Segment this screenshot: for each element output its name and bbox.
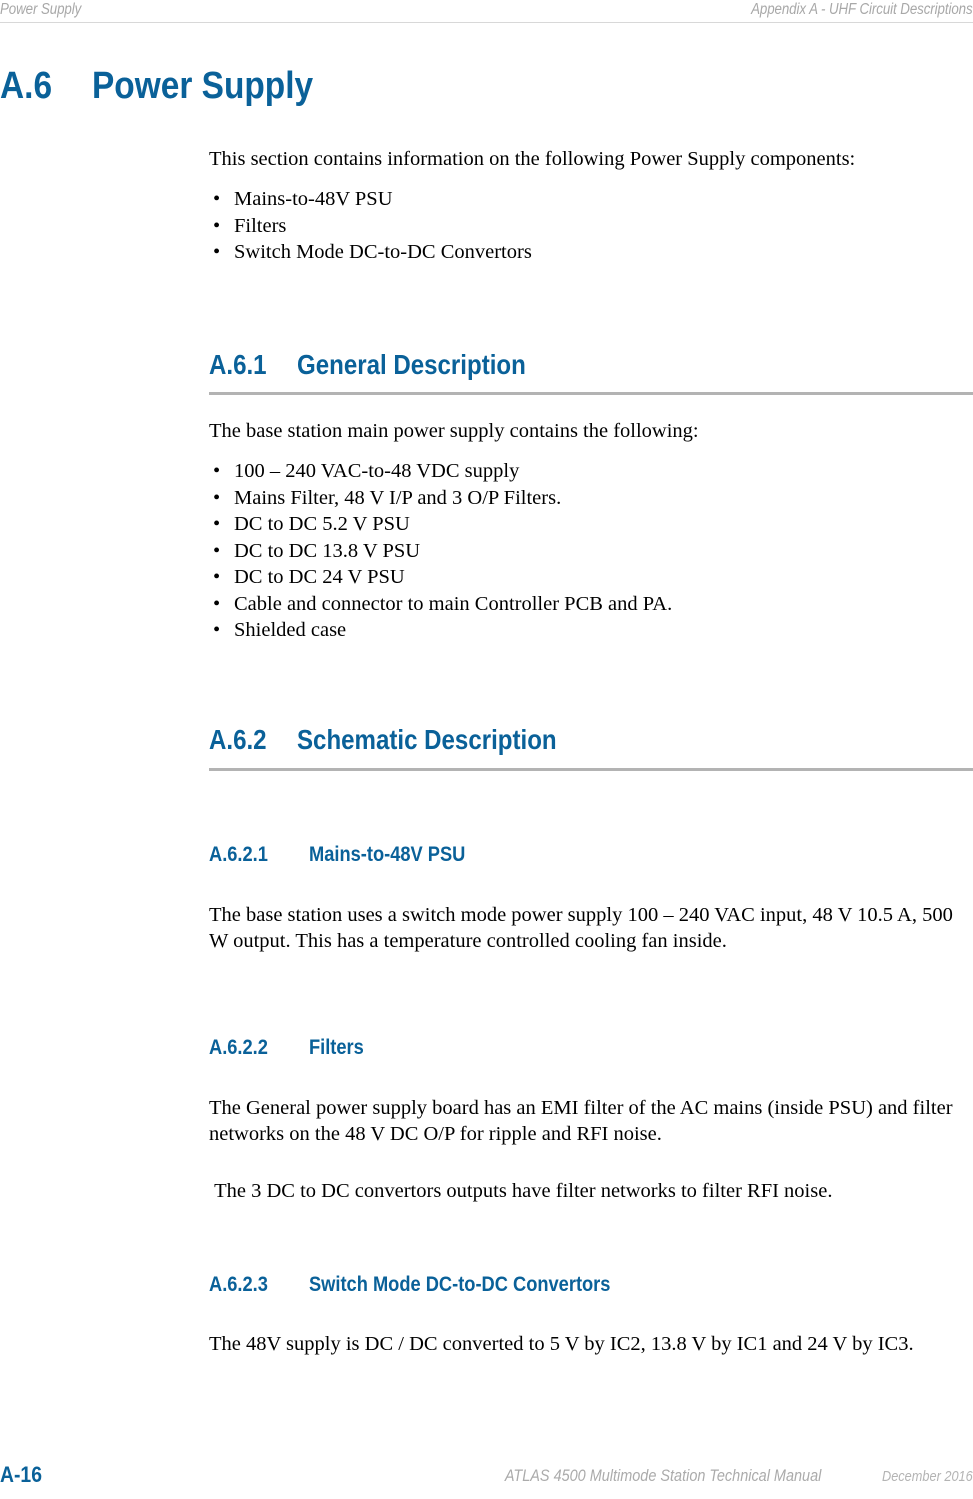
list-item-label: Cable and connector to main Controller P… — [234, 592, 673, 615]
list-item: • DC to DC 13.8 V PSU — [209, 538, 973, 565]
mains-psu-paragraph: The base station uses a switch mode powe… — [209, 904, 953, 952]
list-item: • 100 – 240 VAC-to-48 VDC supply — [209, 458, 973, 485]
list-item: • Filters — [209, 213, 973, 240]
section-title-a622: Filters — [309, 1036, 364, 1059]
list-item-label: Mains Filter, 48 V I/P and 3 O/P Filters… — [234, 486, 562, 509]
bullet-glyph-icon: • — [213, 592, 221, 615]
header-divider — [0, 22, 973, 23]
list-item-label: Filters — [234, 214, 287, 237]
section-heading-a62: A.6.2 Schematic Description — [209, 724, 973, 756]
running-header: Power Supply Appendix A - UHF Circuit De… — [0, 0, 973, 24]
section-divider-a61 — [209, 392, 973, 395]
footer-manual-title: ATLAS 4500 Multimode Station Technical M… — [504, 1466, 821, 1485]
list-item: • Cable and connector to main Controller… — [209, 591, 973, 618]
section-number-a6: A.6 — [0, 65, 53, 107]
section-divider-a62 — [209, 768, 973, 771]
list-item-label: 100 – 240 VAC-to-48 VDC supply — [234, 460, 520, 482]
bullet-glyph-icon: • — [213, 566, 221, 588]
section-heading-a6: A.6 Power Supply — [0, 64, 973, 112]
document-page: Power Supply Appendix A - UHF Circuit De… — [0, 0, 973, 1499]
section-title-a6: Power Supply — [92, 65, 314, 107]
bullet-glyph-icon: • — [213, 539, 221, 562]
list-item-label: DC to DC 24 V PSU — [234, 566, 405, 588]
dcdc-paragraph: The 48V supply is DC / DC converted to 5… — [209, 1333, 914, 1355]
bullet-glyph-icon: • — [213, 513, 221, 535]
list-item-label: Mains-to-48V PSU — [234, 188, 393, 210]
bullet-glyph-icon: • — [213, 486, 221, 509]
section-number-a622: A.6.2.2 — [209, 1036, 268, 1059]
list-item-label: Switch Mode DC-to-DC Convertors — [234, 241, 532, 263]
section-heading-a622: A.6.2.2 Filters — [209, 1035, 973, 1060]
bullet-glyph-icon: • — [213, 241, 221, 263]
list-item-label: DC to DC 13.8 V PSU — [234, 539, 421, 562]
general-description-intro: The base station main power supply conta… — [209, 420, 699, 442]
section-number-a621: A.6.2.1 — [209, 843, 268, 866]
section-title-a621: Mains-to-48V PSU — [309, 843, 466, 866]
section-title-a61: General Description — [297, 349, 526, 380]
general-description-bullet-list: • 100 – 240 VAC-to-48 VDC supply • Mains… — [209, 458, 973, 644]
list-item: • Switch Mode DC-to-DC Convertors — [209, 239, 973, 266]
section-heading-a61: A.6.1 General Description — [209, 349, 973, 381]
list-item: • DC to DC 24 V PSU — [209, 564, 973, 591]
list-item-label: DC to DC 5.2 V PSU — [234, 513, 410, 535]
list-item: • Shielded case — [209, 617, 973, 644]
section-number-a62: A.6.2 — [209, 724, 267, 755]
section-heading-a623: A.6.2.3 Switch Mode DC-to-DC Convertors — [209, 1272, 973, 1297]
bullet-glyph-icon: • — [213, 619, 221, 641]
section-title-a62: Schematic Description — [297, 724, 557, 755]
filters-paragraph-1: The General power supply board has an EM… — [209, 1097, 953, 1145]
section-intro-bullet-list: • Mains-to-48V PSU • Filters • Switch Mo… — [209, 186, 973, 266]
section-title-a623: Switch Mode DC-to-DC Convertors — [309, 1273, 611, 1296]
bullet-glyph-icon: • — [213, 188, 221, 210]
section-number-a623: A.6.2.3 — [209, 1273, 268, 1296]
header-left-text: Power Supply — [0, 1, 82, 18]
list-item: • DC to DC 5.2 V PSU — [209, 511, 973, 538]
bullet-glyph-icon: • — [213, 460, 221, 482]
bullet-glyph-icon: • — [213, 214, 221, 237]
list-item: • Mains-to-48V PSU — [209, 186, 973, 213]
page-number: A-16 — [0, 1462, 42, 1487]
section-heading-a621: A.6.2.1 Mains-to-48V PSU — [209, 842, 973, 867]
list-item: • Mains Filter, 48 V I/P and 3 O/P Filte… — [209, 485, 973, 512]
header-right-text: Appendix A - UHF Circuit Descriptions — [751, 1, 973, 18]
section-intro-paragraph: This section contains information on the… — [209, 148, 856, 170]
list-item-label: Shielded case — [234, 619, 347, 641]
section-number-a61: A.6.1 — [209, 349, 267, 380]
footer-date: December 2016 — [882, 1468, 973, 1485]
filters-paragraph-2: The 3 DC to DC convertors outputs have f… — [209, 1180, 833, 1202]
page-footer: A-16 ATLAS 4500 Multimode Station Techni… — [0, 1462, 973, 1492]
